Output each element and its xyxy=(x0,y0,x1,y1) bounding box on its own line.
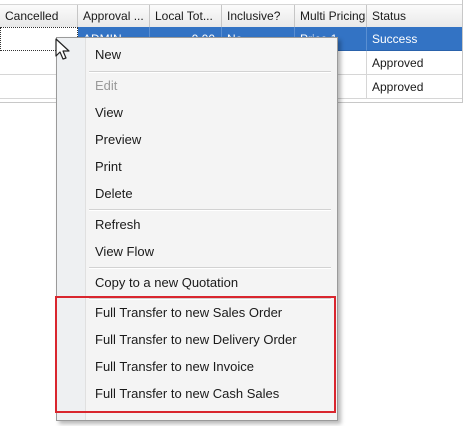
column-header-approval[interactable]: Approval ... xyxy=(78,5,150,27)
mouse-pointer-icon xyxy=(55,38,70,60)
menu-item-copy-to-quotation[interactable]: Copy to a new Quotation xyxy=(95,272,238,294)
menu-item-view[interactable]: View xyxy=(95,102,123,124)
column-header-multi-pricing[interactable]: Multi Pricing xyxy=(295,5,367,27)
column-header-inclusive[interactable]: Inclusive? xyxy=(222,5,295,27)
grid-header: Cancelled Approval ... Local Tot... Incl… xyxy=(0,4,462,28)
column-header-status[interactable]: Status xyxy=(367,5,462,27)
cell-status[interactable]: Approved xyxy=(367,75,462,99)
menu-item-view-flow[interactable]: View Flow xyxy=(95,241,154,263)
menu-separator xyxy=(89,267,331,269)
menu-item-preview[interactable]: Preview xyxy=(95,129,141,151)
menu-separator xyxy=(89,209,331,211)
menu-separator xyxy=(89,71,331,73)
column-header-local-total[interactable]: Local Tot... xyxy=(150,5,222,27)
menu-item-new[interactable]: New xyxy=(95,44,121,66)
menu-item-refresh[interactable]: Refresh xyxy=(95,214,141,236)
menu-item-print[interactable]: Print xyxy=(95,156,122,178)
highlight-box xyxy=(55,296,336,413)
menu-item-delete[interactable]: Delete xyxy=(95,183,133,205)
menu-item-edit: Edit xyxy=(95,78,118,93)
cell-status[interactable]: Approved xyxy=(367,51,462,75)
column-header-cancelled[interactable]: Cancelled xyxy=(0,5,78,27)
cell-status[interactable]: Success xyxy=(367,27,462,51)
